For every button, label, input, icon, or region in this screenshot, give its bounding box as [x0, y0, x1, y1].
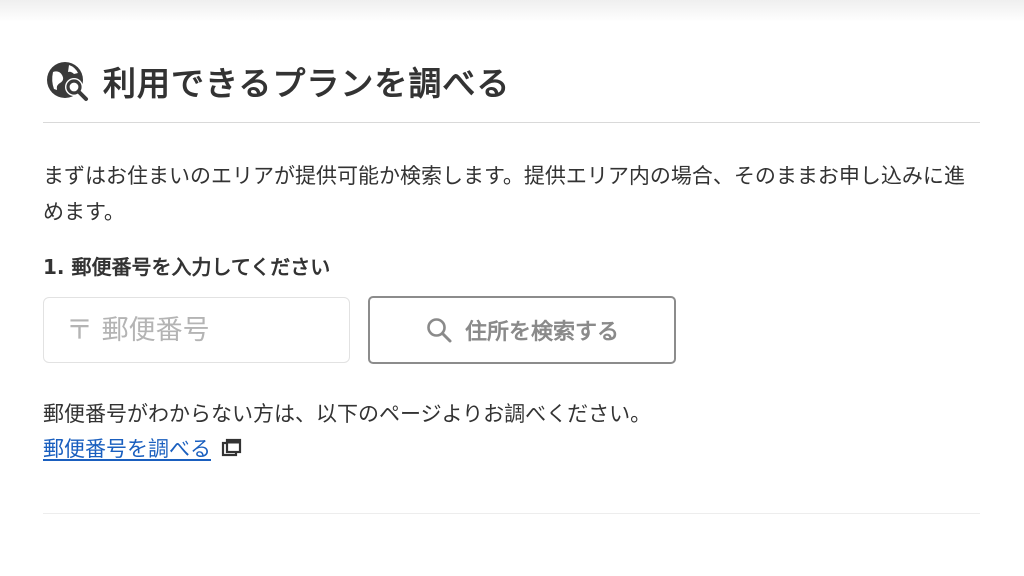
zip-field-wrapper — [43, 297, 350, 363]
zip-lookup-link[interactable]: 郵便番号を調べる — [43, 433, 211, 463]
divider-top — [43, 122, 980, 123]
browser-top-bar — [0, 0, 1024, 22]
section-heading: 利用できるプランを調べる — [43, 46, 980, 116]
intro-text: まずはお住まいのエリアが提供可能か検索します。提供エリア内の場合、そのままお申し… — [43, 164, 965, 224]
zip-lookup-link-row: 郵便番号を調べる — [43, 433, 243, 463]
search-button-label: 住所を検索する — [464, 319, 619, 344]
plan-search-panel: 利用できるプランを調べる まずはお住まいのエリアが提供可能か検索します。提供エリ… — [43, 40, 980, 514]
step1-label: 1. 郵便番号を入力してください — [43, 255, 331, 279]
divider-bottom — [43, 513, 980, 514]
page-title: 利用できるプランを調べる — [103, 64, 511, 103]
search-address-button[interactable]: 住所を検索する — [368, 296, 676, 364]
search-icon — [427, 318, 452, 343]
globe-search-icon — [47, 62, 88, 101]
external-window-icon — [221, 438, 242, 457]
zip-input[interactable] — [64, 313, 328, 347]
help-text: 郵便番号がわからない方は、以下のページよりお調べください。 — [43, 402, 652, 426]
